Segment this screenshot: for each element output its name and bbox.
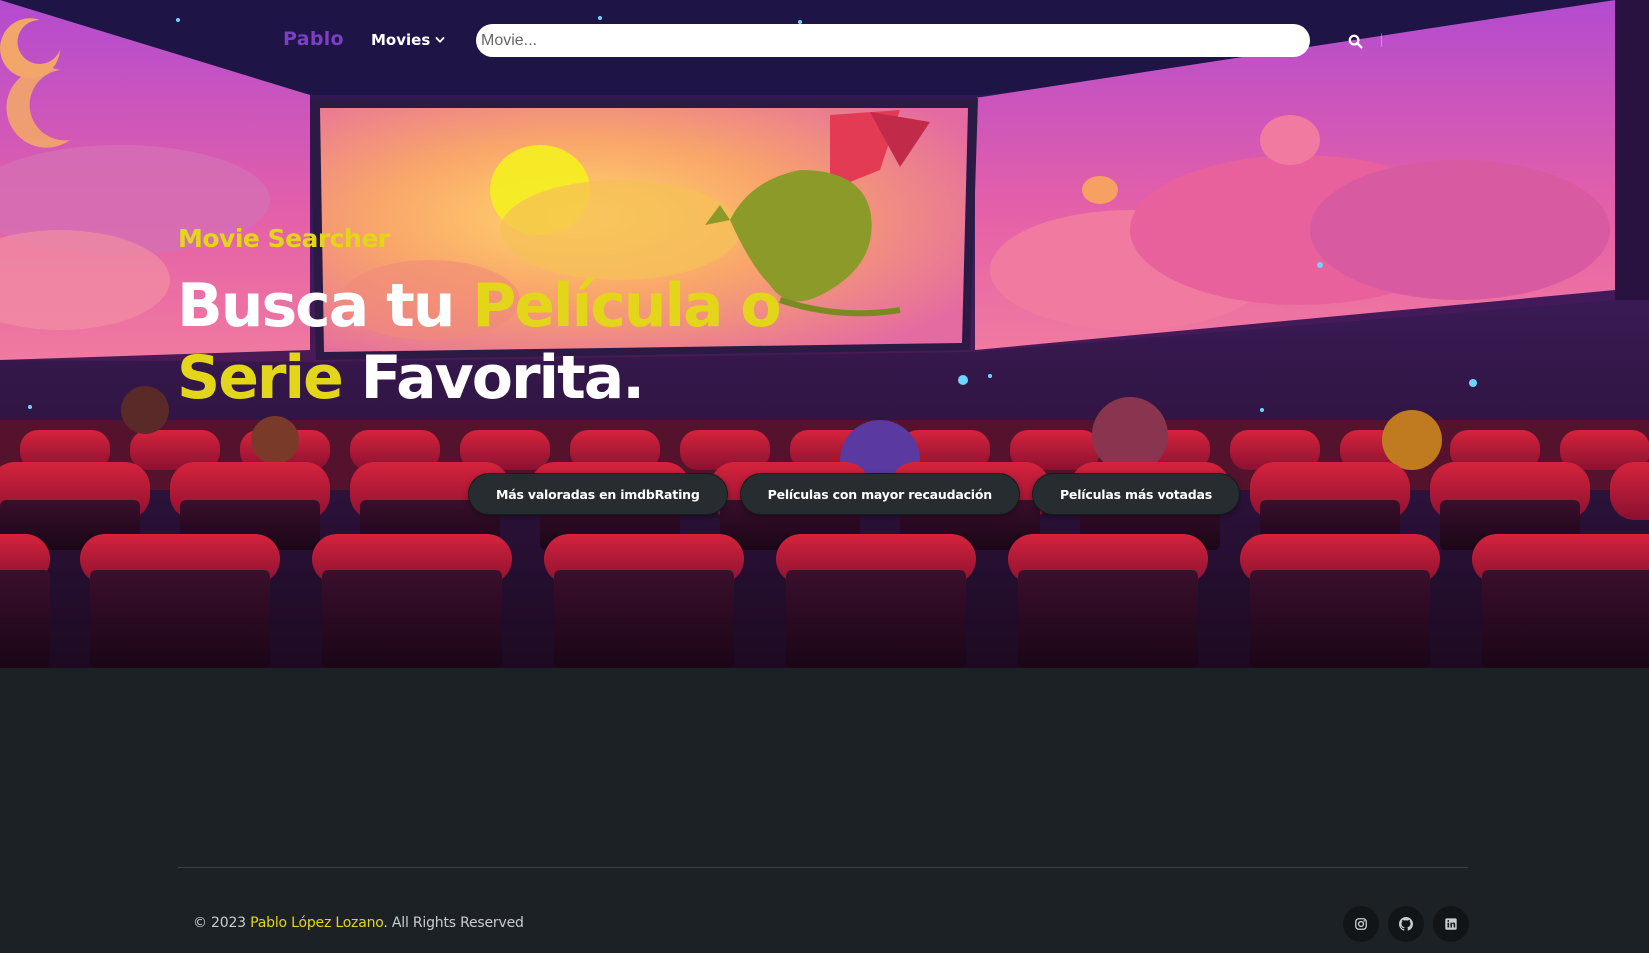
chevron-down-icon <box>435 37 445 43</box>
linkedin-icon <box>1445 918 1457 930</box>
footer-divider <box>178 867 1468 868</box>
social-links <box>1343 906 1469 942</box>
search-button[interactable] <box>1344 30 1366 52</box>
github-icon <box>1399 917 1413 931</box>
github-link[interactable] <box>1388 906 1424 942</box>
movies-dropdown-label: Movies <box>371 31 431 49</box>
highest-grossing-button[interactable]: Películas con mayor recaudación <box>739 473 1020 515</box>
headline-part-1: Busca tu <box>177 271 473 341</box>
copyright-suffix: . All Rights Reserved <box>383 915 524 931</box>
linkedin-link[interactable] <box>1433 906 1469 942</box>
hero-eyebrow: Movie Searcher <box>178 224 390 253</box>
hero-headline: Busca tu Película o Serie Favorita. <box>177 270 897 414</box>
instagram-link[interactable] <box>1343 906 1379 942</box>
owner-name-link[interactable]: Pablo López Lozano <box>250 915 383 931</box>
search-icon <box>1348 34 1363 49</box>
instagram-icon <box>1355 918 1367 930</box>
nav-divider <box>1381 33 1382 47</box>
copyright-prefix: © 2023 <box>193 915 251 931</box>
navbar: Pablo Movies <box>0 0 1649 82</box>
hero-section: Pablo Movies Movie Searcher Busca tu Pel… <box>0 0 1649 668</box>
top-rated-imdb-button[interactable]: Más valoradas en imdbRating <box>468 473 728 515</box>
filter-pill-group: Más valoradas en imdbRating Películas co… <box>468 473 1241 515</box>
movies-dropdown[interactable]: Movies <box>371 31 445 49</box>
footer-copyright: © 2023 Pablo López Lozano. All Rights Re… <box>193 915 524 931</box>
search-input[interactable] <box>476 24 1310 57</box>
headline-part-2: Favorita. <box>341 343 645 413</box>
most-voted-button[interactable]: Películas más votadas <box>1031 473 1241 515</box>
brand-logo[interactable]: Pablo <box>283 28 344 50</box>
